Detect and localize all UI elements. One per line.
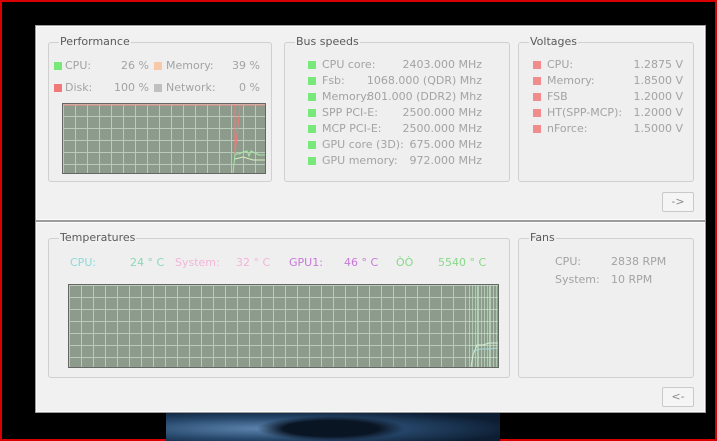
temp-cpu-value: 24 ° C	[130, 256, 165, 269]
voltage-row: nForce: 1.5000 V	[533, 122, 683, 136]
temp-extra-value: 5540 ° C	[438, 256, 487, 269]
voltage-swatch	[533, 77, 541, 85]
bus-row: GPU memory: 972.000 MHz	[308, 154, 482, 168]
bus-row: CPU core: 2403.000 MHz	[308, 58, 482, 72]
fans-group: Fans CPU: 2838 RPM System: 10 RPM	[518, 231, 694, 378]
bus-speeds-title: Bus speeds	[295, 35, 360, 48]
temp-gpu-value: 46 ° C	[344, 256, 379, 269]
fan-system-label: System:	[555, 273, 600, 286]
voltage-row: Memory: 1.8500 V	[533, 74, 683, 88]
perf-disk-value: 100 %	[114, 81, 149, 94]
bus-row: SPP PCI-E: 2500.000 MHz	[308, 106, 482, 120]
bus-swatch	[308, 109, 316, 117]
cpu-color-swatch	[54, 62, 62, 70]
performance-group: Performance CPU: 26 % Memory: 39 % Disk:…	[48, 35, 272, 182]
performance-title: Performance	[59, 35, 131, 48]
temperatures-graph	[68, 284, 499, 368]
perf-memory-value: 39 %	[232, 59, 260, 72]
bus-swatch	[308, 77, 316, 85]
voltages-group: Voltages CPU: 1.2875 V Memory: 1.8500 V …	[518, 35, 694, 182]
performance-graph	[62, 103, 266, 174]
memory-color-swatch	[154, 62, 162, 70]
temp-gpu-label: GPU1:	[289, 256, 323, 269]
voltage-swatch	[533, 109, 541, 117]
bus-swatch	[308, 141, 316, 149]
voltage-row: FSB 1.2000 V	[533, 90, 683, 104]
temp-cpu-label: CPU:	[70, 256, 97, 269]
temperatures-group: Temperatures CPU: 24 ° C System: 32 ° C …	[48, 231, 510, 378]
voltages-title: Voltages	[529, 35, 578, 48]
back-button[interactable]: <-	[662, 387, 694, 407]
bus-row: Memory: 801.000 (DDR2) Mhz	[308, 90, 482, 104]
disk-color-swatch	[54, 84, 62, 92]
bus-swatch	[308, 125, 316, 133]
desktop-wallpaper	[166, 410, 500, 441]
voltage-swatch	[533, 93, 541, 101]
bus-row: Fsb: 1068.000 (QDR) Mhz	[308, 74, 482, 88]
fans-title: Fans	[529, 231, 556, 244]
voltage-row: HT(SPP-MCP): 1.2000 V	[533, 106, 683, 120]
bottom-panel: Temperatures CPU: 24 ° C System: 32 ° C …	[35, 221, 706, 413]
voltage-swatch	[533, 61, 541, 69]
bus-swatch	[308, 61, 316, 69]
perf-disk-row: Disk: 100 %	[54, 81, 149, 95]
forward-button[interactable]: ->	[662, 192, 694, 212]
temperatures-title: Temperatures	[59, 231, 137, 244]
perf-network-value: 0 %	[239, 81, 260, 94]
perf-memory-row: Memory: 39 %	[154, 59, 260, 73]
perf-cpu-value: 26 %	[121, 59, 149, 72]
voltage-swatch	[533, 125, 541, 133]
fan-cpu-value: 2838 RPM	[611, 255, 667, 268]
fan-system-value: 10 RPM	[611, 273, 653, 286]
fan-cpu-label: CPU:	[555, 255, 582, 268]
perf-cpu-row: CPU: 26 %	[54, 59, 149, 73]
temp-system-value: 32 ° C	[236, 256, 271, 269]
bus-speeds-group: Bus speeds CPU core: 2403.000 MHz Fsb: 1…	[284, 35, 510, 182]
voltage-row: CPU: 1.2875 V	[533, 58, 683, 72]
bus-row: GPU core (3D): 675.000 MHz	[308, 138, 482, 152]
bus-swatch	[308, 93, 316, 101]
bus-row: MCP PCI-E: 2500.000 MHz	[308, 122, 482, 136]
perf-network-row: Network: 0 %	[154, 81, 260, 95]
top-panel: Performance CPU: 26 % Memory: 39 % Disk:…	[35, 25, 706, 221]
temp-extra-label: ÒÒ	[396, 256, 414, 269]
bus-swatch	[308, 157, 316, 165]
network-color-swatch	[154, 84, 162, 92]
temp-system-label: System:	[175, 256, 220, 269]
